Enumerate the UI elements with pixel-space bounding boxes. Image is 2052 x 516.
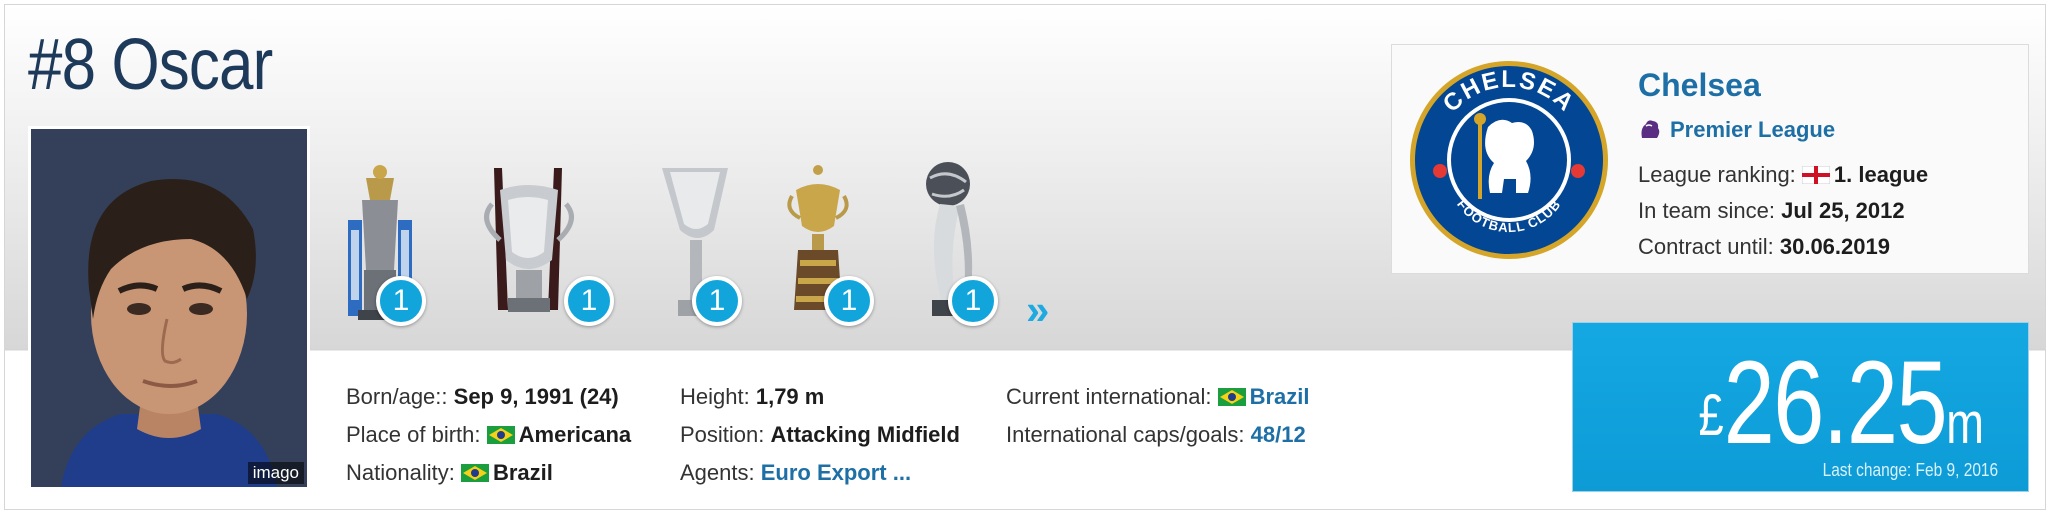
birthplace-label: Place of birth: xyxy=(346,422,481,447)
birthplace-row: Place of birth: Americana xyxy=(346,416,631,454)
brazil-flag-icon xyxy=(1217,388,1246,406)
club-panel: CHELSEA FOOTBALL CLUB Chelsea Premier Le… xyxy=(1391,44,2029,274)
market-value-box[interactable]: £26.25m Last change: Feb 9, 2016 xyxy=(1572,322,2029,492)
height-row: Height: 1,79 m xyxy=(680,378,960,416)
contract-until-value: 30.06.2019 xyxy=(1779,234,1890,259)
trophy-item[interactable]: 1 xyxy=(478,160,614,330)
league-name: Premier League xyxy=(1670,117,1836,142)
trophy-count-badge: 1 xyxy=(564,276,614,326)
current-international-label: Current international: xyxy=(1006,384,1212,409)
contract-until-row: Contract until: 30.06.2019 xyxy=(1638,229,1928,265)
market-value-currency: £ xyxy=(1698,383,1724,448)
in-team-since-label: In team since: xyxy=(1638,198,1775,223)
market-value-unit: m xyxy=(1946,391,1984,456)
born-row: Born/age:: Sep 9, 1991 (24) xyxy=(346,378,631,416)
trophy-item[interactable]: 1 xyxy=(658,160,768,330)
player-portrait xyxy=(31,129,307,487)
trophy-count-badge: 1 xyxy=(824,276,874,326)
club-details: League ranking: 1. league In team since:… xyxy=(1638,157,1928,265)
caps-link[interactable]: 48 xyxy=(1251,422,1275,447)
born-value: Sep 9, 1991 (24) xyxy=(453,384,619,409)
contract-until-label: Contract until: xyxy=(1638,234,1774,259)
market-value-last-change: Last change: Feb 9, 2016 xyxy=(1822,460,1998,480)
international-info: Current international: Brazil Internatio… xyxy=(1006,378,1310,454)
player-photo[interactable]: imago xyxy=(28,126,310,490)
england-flag-icon xyxy=(1801,166,1830,184)
caps-row: International caps/goals: 48/12 xyxy=(1006,416,1310,454)
position-label: Position: xyxy=(680,422,765,447)
league-ranking-value: 1. league xyxy=(1833,162,1929,187)
trophy-count-badge: 1 xyxy=(376,276,426,326)
born-label: Born/age:: xyxy=(346,384,448,409)
caps-label: International caps/goals: xyxy=(1006,422,1245,447)
trophy-count-badge: 1 xyxy=(948,276,998,326)
league-ranking-label: League ranking: xyxy=(1638,162,1796,187)
brazil-flag-icon xyxy=(486,426,515,444)
personal-info: Born/age:: Sep 9, 1991 (24) Place of bir… xyxy=(346,378,631,492)
position-value: Attacking Midfield xyxy=(770,422,960,447)
chelsea-crest-icon[interactable]: CHELSEA FOOTBALL CLUB xyxy=(1408,59,1610,261)
agents-label: Agents: xyxy=(680,460,755,485)
agents-row: Agents: Euro Export ... xyxy=(680,454,960,492)
trophy-list: 1 1 1 1 1 xyxy=(340,160,1100,340)
trophy-item[interactable]: 1 xyxy=(910,160,1020,330)
market-value: £26.25m xyxy=(1699,335,1984,471)
nationality-value: Brazil xyxy=(492,460,553,485)
photo-credit: imago xyxy=(247,462,304,484)
page-title: #8 Oscar xyxy=(28,25,273,105)
height-value: 1,79 m xyxy=(755,384,825,409)
nationality-row: Nationality: Brazil xyxy=(346,454,631,492)
trophy-item[interactable]: 1 xyxy=(786,160,896,330)
club-name-link[interactable]: Chelsea xyxy=(1638,67,1761,104)
current-international-link[interactable]: Brazil xyxy=(1250,384,1310,409)
double-chevron-right-icon[interactable]: » xyxy=(1026,286,1050,334)
current-international-row: Current international: Brazil xyxy=(1006,378,1310,416)
league-link[interactable]: Premier League xyxy=(1638,117,1835,146)
nationality-label: Nationality: xyxy=(346,460,455,485)
market-value-amount: 26.25 xyxy=(1723,337,1948,469)
position-row: Position: Attacking Midfield xyxy=(680,416,960,454)
goals-link[interactable]: 12 xyxy=(1281,422,1305,447)
league-ranking-row: League ranking: 1. league xyxy=(1638,157,1928,193)
agents-link[interactable]: Euro Export ... xyxy=(761,460,911,485)
in-team-since-row: In team since: Jul 25, 2012 xyxy=(1638,193,1928,229)
trophy-count-badge: 1 xyxy=(692,276,742,326)
brazil-flag-icon xyxy=(460,464,489,482)
in-team-since-value: Jul 25, 2012 xyxy=(1781,198,1905,223)
birthplace-value: Americana xyxy=(518,422,632,447)
trophy-item[interactable]: 1 xyxy=(340,160,450,330)
premier-league-lion-icon xyxy=(1638,118,1662,146)
height-label: Height: xyxy=(680,384,750,409)
physical-info: Height: 1,79 m Position: Attacking Midfi… xyxy=(680,378,960,492)
